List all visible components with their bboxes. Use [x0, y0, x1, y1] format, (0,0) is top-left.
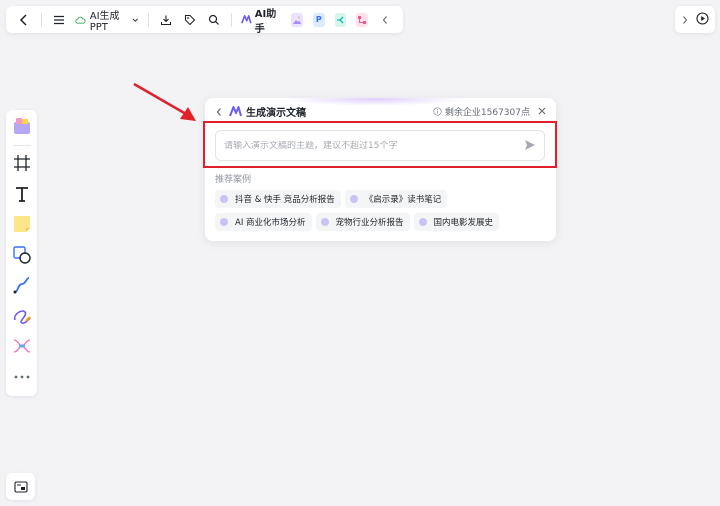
close-button[interactable] [538, 105, 546, 118]
right-toolbar [675, 6, 715, 33]
example-chip[interactable]: 宠物行业分析报告 [315, 213, 410, 231]
minimap-button[interactable] [6, 473, 35, 500]
search-icon [209, 14, 220, 25]
shape-tool-button[interactable] [10, 243, 34, 266]
mindmap-icon [13, 339, 30, 354]
text-icon [15, 186, 28, 202]
ai-logo-icon [229, 105, 242, 116]
example-chip[interactable]: 抖音 & 快手 竞品分析报告 [215, 190, 341, 208]
pen-tool-button[interactable] [10, 304, 34, 327]
download-icon [160, 15, 171, 25]
image-app-icon[interactable] [291, 12, 304, 27]
sparkle-icon [349, 195, 358, 203]
expand-button[interactable] [681, 10, 689, 29]
sparkle-icon [220, 195, 228, 203]
example-chip[interactable]: 国内电影发展史 [413, 213, 500, 231]
chevron-down-icon [132, 17, 139, 22]
panel-back-button[interactable] [215, 102, 223, 121]
topic-input-box[interactable] [215, 130, 545, 161]
document-title[interactable]: AI生成PPT [75, 7, 139, 33]
example-chips: 抖音 & 快手 竞品分析报告 《启示录》读书笔记 AI 商业化市场分析 宠物行业… [215, 190, 545, 236]
pen-icon [13, 310, 31, 324]
example-chip-label: 国内电影发展史 [433, 218, 494, 228]
tag-button[interactable] [181, 9, 199, 31]
chevron-left-icon [382, 15, 387, 24]
example-chip[interactable]: AI 商业化市场分析 [215, 213, 312, 231]
search-button[interactable] [205, 9, 223, 31]
more-tools-button[interactable] [10, 365, 34, 388]
send-icon [525, 140, 535, 150]
annotation-arrow [133, 82, 196, 121]
ai-logo-icon [241, 15, 252, 24]
example-chip-label: 抖音 & 快手 竞品分析报告 [235, 195, 335, 205]
examples-label: 推荐案例 [215, 175, 252, 185]
mindmap-app-icon[interactable] [334, 12, 347, 27]
present-button[interactable] [696, 10, 709, 29]
chevron-left-icon [216, 107, 221, 116]
example-chip-label: 宠物行业分析报告 [335, 218, 404, 228]
hamburger-icon [54, 15, 65, 24]
toolbar-divider [147, 12, 149, 27]
chevron-right-icon [683, 16, 688, 24]
frame-icon [13, 155, 30, 172]
connector-icon [13, 277, 29, 294]
back-button[interactable] [15, 9, 33, 31]
more-icon [14, 375, 29, 379]
document-title-text: AI生成PPT [89, 10, 120, 33]
example-chip-label: AI 商业化市场分析 [235, 218, 306, 228]
example-chip-label: 《启示录》读书笔记 [364, 195, 442, 205]
sparkle-icon [418, 218, 427, 226]
toolbar-divider [41, 12, 43, 27]
ai-assistant-button[interactable]: AI助手 [241, 5, 280, 35]
sticky-note-icon [13, 216, 30, 233]
toolbar-divider [231, 12, 233, 27]
ai-assistant-label: AI助手 [254, 8, 277, 35]
topic-input[interactable] [224, 140, 524, 151]
template-icon [13, 117, 30, 134]
cloud-icon [75, 16, 86, 24]
left-toolbar [6, 110, 37, 396]
sparkle-icon [320, 218, 329, 226]
panel-header-right: 剩余企业1567307点 [433, 105, 546, 118]
chevron-left-icon [20, 13, 27, 26]
send-button[interactable] [524, 136, 536, 155]
generate-presentation-panel: 生成演示文稿 剩余企业1567307点 推荐案例 抖音 & 快手 竞品分析报告 … [205, 98, 556, 241]
toolbar-divider [12, 144, 31, 146]
shape-icon [12, 246, 31, 264]
collapse-apps-button[interactable] [376, 9, 394, 31]
tag-icon [184, 14, 196, 25]
minimap-icon [13, 480, 28, 493]
frame-tool-button[interactable] [10, 152, 34, 175]
sparkle-icon [220, 218, 228, 226]
ppt-app-icon[interactable]: P [313, 12, 325, 27]
download-button[interactable] [157, 9, 175, 31]
menu-button[interactable] [50, 9, 68, 31]
panel-header: 生成演示文稿 剩余企业1567307点 [215, 102, 546, 121]
remaining-points: 剩余企业1567307点 [444, 107, 530, 118]
template-tool-button[interactable] [10, 114, 34, 137]
panel-title: 生成演示文稿 [246, 107, 306, 119]
play-icon [696, 12, 709, 25]
text-tool-button[interactable] [10, 182, 34, 205]
flowchart-app-icon[interactable] [356, 12, 368, 27]
mindmap-tool-button[interactable] [10, 335, 34, 358]
example-chip[interactable]: 《启示录》读书笔记 [344, 190, 448, 208]
connector-tool-button[interactable] [10, 274, 34, 297]
sticky-note-tool-button[interactable] [10, 213, 34, 236]
top-toolbar: AI生成PPT AI助手 P [6, 5, 403, 35]
info-icon [433, 106, 442, 116]
close-icon [538, 107, 546, 114]
